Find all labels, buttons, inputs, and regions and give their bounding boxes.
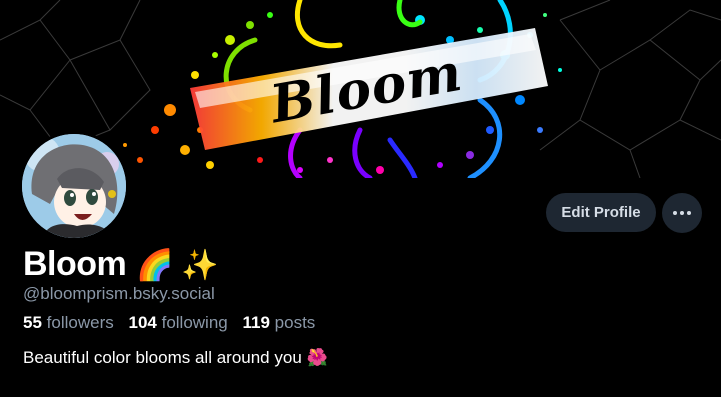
display-name-emoji: 🌈 ✨	[136, 249, 218, 282]
profile-stats: 55 followers 104 following 119 posts	[23, 312, 325, 334]
following-label: following	[161, 313, 228, 332]
profile-handle: @bloomprism.bsky.social	[23, 284, 215, 303]
display-name: Bloom 🌈 ✨	[23, 242, 218, 288]
following-count: 104	[128, 313, 157, 332]
edit-profile-button[interactable]: Edit Profile	[546, 193, 656, 232]
following-stat[interactable]: 104 following	[128, 313, 237, 332]
posts-count: 119	[242, 313, 270, 332]
posts-label: posts	[274, 313, 316, 332]
more-options-button[interactable]	[662, 193, 702, 233]
posts-stat: 119 posts	[242, 313, 325, 332]
avatar-image	[22, 134, 126, 238]
followers-label: followers	[46, 313, 114, 332]
profile-avatar[interactable]	[19, 131, 129, 241]
followers-stat[interactable]: 55 followers	[23, 313, 124, 332]
followers-count: 55	[23, 313, 42, 332]
ellipsis-icon	[673, 211, 691, 215]
profile-bio: Beautiful color blooms all around you 🌺	[23, 348, 328, 367]
display-name-text: Bloom	[23, 245, 127, 283]
